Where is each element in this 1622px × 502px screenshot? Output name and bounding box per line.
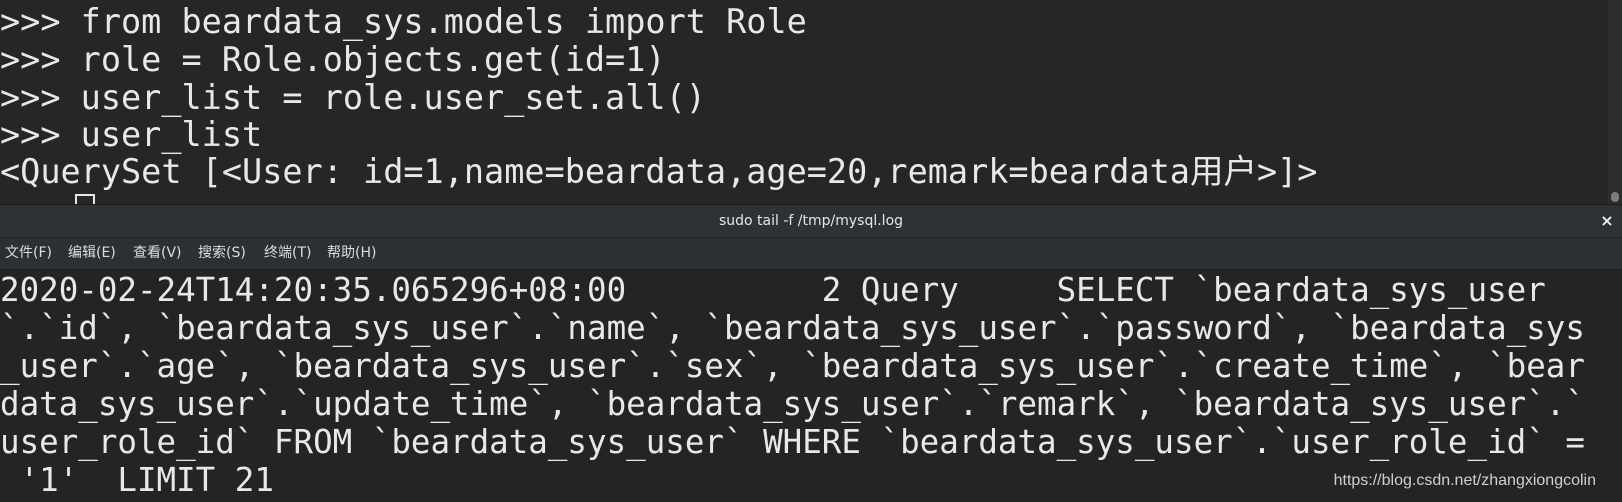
shell-output-line: <QuerySet [<User: id=1,name=beardata,age… [0,152,1318,191]
scrollbar-thumb[interactable] [1611,192,1619,202]
shell-line: >>> user_list [0,115,263,154]
log-line: user_role_id` FROM `beardata_sys_user` W… [0,423,1585,461]
log-line: _user`.`age`, `beardata_sys_user`.`sex`,… [0,347,1585,385]
menu-item-terminal[interactable]: 终端(T) [264,238,311,269]
shell-line: >>> user_list = role.user_set.all() [0,78,706,117]
shell-line: >>> role = Role.objects.get(id=1) [0,40,666,79]
log-line: '1' LIMIT 21 [0,461,274,499]
mysql-log-terminal[interactable]: 2020-02-24T14:20:35.065296+08:00 2 Query… [0,270,1622,502]
log-line: data_sys_user`.`update_time`, `beardata_… [0,385,1585,423]
menu-item-file[interactable]: 文件(F) [5,238,52,269]
window-title-bar[interactable]: sudo tail -f /tmp/mysql.log × [0,204,1622,238]
menu-item-edit[interactable]: 编辑(E) [68,238,116,269]
menu-item-view[interactable]: 查看(V) [133,238,182,269]
shell-line: >>> from beardata_sys.models import Role [0,2,807,41]
watermark: https://blog.csdn.net/zhangxiongcolin [1333,472,1596,489]
top-terminal-scrollbar[interactable] [1608,0,1622,204]
window-title: sudo tail -f /tmp/mysql.log [718,213,904,229]
text-cursor [75,194,95,204]
close-icon[interactable]: × [1598,205,1616,237]
python-shell-terminal[interactable]: >>> from beardata_sys.models import Role… [0,0,1608,204]
menu-item-help[interactable]: 帮助(H) [327,238,376,269]
log-line: 2020-02-24T14:20:35.065296+08:00 2 Query… [0,271,1546,309]
log-line: `.`id`, `beardata_sys_user`.`name`, `bea… [0,309,1585,347]
menu-item-search[interactable]: 搜索(S) [198,238,246,269]
menu-bar: 文件(F) 编辑(E) 查看(V) 搜索(S) 终端(T) 帮助(H) [0,238,1622,270]
